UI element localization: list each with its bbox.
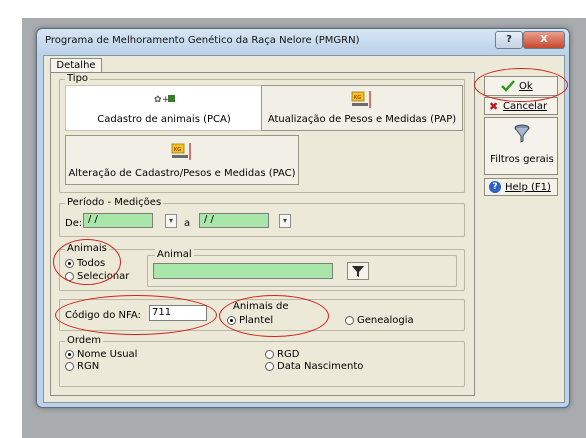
- dialog-client-area: Detalhe Tipo ✿ + Cadastro de animais (PC…: [43, 55, 568, 403]
- svg-text:✿: ✿: [154, 95, 162, 105]
- radio-rgd-label: RGD: [277, 349, 300, 360]
- scale-icon: KG: [350, 90, 374, 110]
- tab-detalhe[interactable]: Detalhe: [50, 58, 102, 73]
- annotation-circle-plantel: [219, 295, 329, 337]
- svg-text:KG: KG: [174, 147, 181, 153]
- filter-icon: [352, 266, 364, 277]
- ordem-label: Ordem: [65, 335, 104, 346]
- periodo-label: Período - Medições: [65, 197, 164, 208]
- option-atualizacao-pap[interactable]: KG Atualização de Pesos e Medidas (PAP): [261, 85, 463, 131]
- radio-nome-usual-label: Nome Usual: [77, 349, 138, 360]
- option-cadastro-pca[interactable]: ✿ + Cadastro de animais (PCA): [65, 85, 263, 131]
- date-from-dropdown[interactable]: ▾: [165, 214, 177, 228]
- cancel-icon: ✖: [489, 100, 499, 113]
- window-title: Programa de Melhoramento Genético da Raç…: [45, 35, 360, 46]
- annotation-circle-nfa: [55, 295, 217, 335]
- animal-label: Animal: [155, 249, 194, 260]
- option-alteracao-pac-label: Alteração de Cadastro/Pesos e Medidas (P…: [68, 168, 296, 179]
- dialog-window: Programa de Melhoramento Genético da Raç…: [36, 28, 570, 408]
- cancel-label: Cancelar: [503, 101, 548, 112]
- radio-rgn-label: RGN: [77, 361, 100, 372]
- tab-panel: Tipo ✿ + Cadastro de animais (PCA) KG At…: [50, 72, 475, 396]
- filter-funnel-icon: [514, 124, 530, 143]
- periodo-from-label: De:: [65, 218, 83, 229]
- radio-data-nascimento-label: Data Nascimento: [277, 361, 364, 372]
- svg-text:KG: KG: [354, 95, 361, 101]
- radio-genealogia-label: Genealogia: [357, 315, 414, 326]
- periodo-to-label: a: [184, 218, 191, 229]
- scale-icon: KG: [170, 142, 194, 162]
- filters-button[interactable]: Filtros gerais: [484, 117, 558, 175]
- radio-data-nascimento[interactable]: [265, 362, 274, 371]
- filter-button[interactable]: [347, 262, 369, 280]
- annotation-circle-animais: [53, 239, 121, 285]
- radio-rgn[interactable]: [65, 362, 74, 371]
- ordem-group: [59, 341, 465, 387]
- option-cadastro-pca-label: Cadastro de animais (PCA): [97, 114, 231, 125]
- date-to-dropdown[interactable]: ▾: [279, 214, 291, 228]
- option-atualizacao-pap-label: Atualização de Pesos e Medidas (PAP): [267, 114, 457, 125]
- help-button[interactable]: ? Help (F1): [484, 178, 558, 196]
- date-to-field[interactable]: / /: [199, 213, 269, 228]
- date-from-field[interactable]: / /: [83, 213, 153, 228]
- animal-field[interactable]: [153, 263, 333, 279]
- radio-nome-usual[interactable]: [65, 350, 74, 359]
- filters-label: Filtros gerais: [490, 154, 554, 165]
- cattle-add-icon: ✿ +: [154, 92, 176, 106]
- radio-genealogia[interactable]: [345, 316, 354, 325]
- option-alteracao-pac[interactable]: KG Alteração de Cadastro/Pesos e Medidas…: [65, 135, 299, 185]
- help-icon: ?: [489, 181, 501, 193]
- help-label: Help (F1): [505, 182, 551, 193]
- close-button[interactable]: X: [523, 31, 565, 49]
- annotation-circle-ok: [474, 68, 568, 102]
- tipo-label: Tipo: [65, 73, 91, 84]
- help-title-button[interactable]: ?: [495, 31, 523, 49]
- radio-rgd[interactable]: [265, 350, 274, 359]
